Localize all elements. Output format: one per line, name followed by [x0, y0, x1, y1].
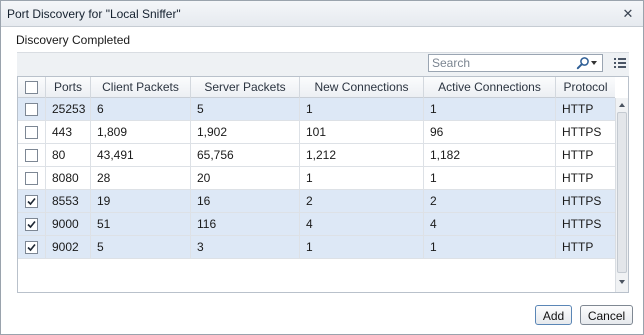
port-grid: Ports Client Packets Server Packets New …	[17, 76, 629, 293]
column-header-ports[interactable]: Ports	[46, 77, 91, 98]
cell-active-connections: 96	[424, 121, 556, 143]
cell-active-connections: 1	[424, 98, 556, 120]
table-row[interactable]: 9002 5 3 1 1 HTTP	[18, 236, 615, 259]
cell-ports: 8553	[46, 190, 91, 212]
cancel-button[interactable]: Cancel	[580, 305, 633, 325]
table-row[interactable]: 443 1,809 1,902 101 96 HTTPS	[18, 121, 615, 144]
row-checkbox[interactable]	[25, 195, 38, 208]
cell-client-packets: 51	[91, 213, 191, 235]
row-checkbox[interactable]	[25, 103, 38, 116]
cell-ports: 9000	[46, 213, 91, 235]
grid-toolbar	[17, 52, 629, 76]
table-row[interactable]: 80 43,491 65,756 1,212 1,182 HTTP	[18, 144, 615, 167]
row-checkbox-cell	[18, 213, 46, 235]
add-button[interactable]: Add	[535, 305, 572, 325]
scrollbar-thumb[interactable]	[617, 112, 627, 273]
table-row[interactable]: 8080 28 20 1 1 HTTP	[18, 167, 615, 190]
row-checkbox-cell	[18, 144, 46, 166]
cell-server-packets: 3	[191, 236, 300, 258]
cell-client-packets: 5	[91, 236, 191, 258]
cell-protocol: HTTP	[562, 102, 594, 116]
column-header-client-packets[interactable]: Client Packets	[91, 77, 191, 98]
status-text: Discovery Completed	[16, 33, 131, 47]
cell-server-packets: 1,902	[191, 121, 300, 143]
cell-active-connections: 1	[424, 167, 556, 189]
cell-server-packets: 65,756	[191, 144, 300, 166]
cell-active-connections: 4	[424, 213, 556, 235]
column-header-active-connections[interactable]: Active Connections	[424, 77, 556, 98]
row-checkbox[interactable]	[25, 241, 38, 254]
cell-new-connections: 4	[300, 213, 424, 235]
cell-ports: 9002	[46, 236, 91, 258]
title-bar[interactable]: Port Discovery for "Local Sniffer" ✕	[1, 1, 643, 27]
cell-protocol: HTTPS	[562, 217, 602, 231]
search-box[interactable]	[428, 54, 603, 72]
column-header-server-packets[interactable]: Server Packets	[191, 77, 300, 98]
close-icon[interactable]: ✕	[619, 5, 637, 22]
cell-protocol: HTTPS	[562, 125, 602, 139]
grid-rows: 25253 6 5 1 1 HTTP 443 1,809 1,902 101 96 HTTPS 80 43…	[18, 98, 615, 259]
table-row[interactable]: 25253 6 5 1 1 HTTP	[18, 98, 615, 121]
row-checkbox[interactable]	[25, 126, 38, 139]
window-title: Port Discovery for "Local Sniffer"	[7, 7, 181, 21]
search-dropdown-arrow-icon[interactable]	[591, 61, 597, 65]
cell-protocol: HTTP	[562, 171, 594, 185]
search-icon[interactable]	[576, 56, 590, 70]
cell-client-packets: 6	[91, 98, 191, 120]
scroll-up-arrow-icon[interactable]	[619, 103, 625, 107]
vertical-scrollbar[interactable]	[615, 98, 628, 292]
cell-active-connections: 2	[424, 190, 556, 212]
cell-ports: 443	[46, 121, 91, 143]
cell-new-connections: 1	[300, 98, 424, 120]
row-checkbox[interactable]	[25, 218, 38, 231]
cell-active-connections: 1	[424, 236, 556, 258]
table-row[interactable]: 8553 19 16 2 2 HTTPS	[18, 190, 615, 213]
cell-protocol: HTTPS	[562, 194, 602, 208]
cell-new-connections: 1	[300, 167, 424, 189]
column-header-new-connections[interactable]: New Connections	[300, 77, 424, 98]
scroll-down-arrow-icon[interactable]	[619, 280, 625, 284]
cell-new-connections: 1,212	[300, 144, 424, 166]
cell-server-packets: 116	[191, 213, 300, 235]
row-checkbox-cell	[18, 167, 46, 189]
cell-protocol: HTTP	[562, 240, 594, 254]
cell-client-packets: 28	[91, 167, 191, 189]
select-all-checkbox[interactable]	[25, 81, 38, 94]
cell-server-packets: 16	[191, 190, 300, 212]
header-checkbox-cell	[18, 77, 46, 98]
cell-client-packets: 43,491	[91, 144, 191, 166]
cell-ports: 8080	[46, 167, 91, 189]
row-checkbox[interactable]	[25, 172, 38, 185]
table-row[interactable]: 9000 51 116 4 4 HTTPS	[18, 213, 615, 236]
grid-header: Ports Client Packets Server Packets New …	[18, 77, 615, 98]
cell-new-connections: 101	[300, 121, 424, 143]
cell-ports: 80	[46, 144, 91, 166]
cell-new-connections: 1	[300, 236, 424, 258]
row-checkbox-cell	[18, 236, 46, 258]
port-discovery-dialog: Port Discovery for "Local Sniffer" ✕ Dis…	[0, 0, 644, 335]
row-checkbox[interactable]	[25, 149, 38, 162]
column-chooser-icon[interactable]	[613, 56, 627, 70]
cell-new-connections: 2	[300, 190, 424, 212]
cell-ports: 25253	[46, 98, 91, 120]
cell-server-packets: 20	[191, 167, 300, 189]
row-checkbox-cell	[18, 190, 46, 212]
row-checkbox-cell	[18, 98, 46, 120]
cell-active-connections: 1,182	[424, 144, 556, 166]
cell-server-packets: 5	[191, 98, 300, 120]
cell-protocol: HTTP	[562, 148, 594, 162]
row-checkbox-cell	[18, 121, 46, 143]
search-input[interactable]	[431, 56, 571, 70]
cell-client-packets: 1,809	[91, 121, 191, 143]
column-header-protocol[interactable]: Protocol	[556, 77, 615, 98]
cell-client-packets: 19	[91, 190, 191, 212]
